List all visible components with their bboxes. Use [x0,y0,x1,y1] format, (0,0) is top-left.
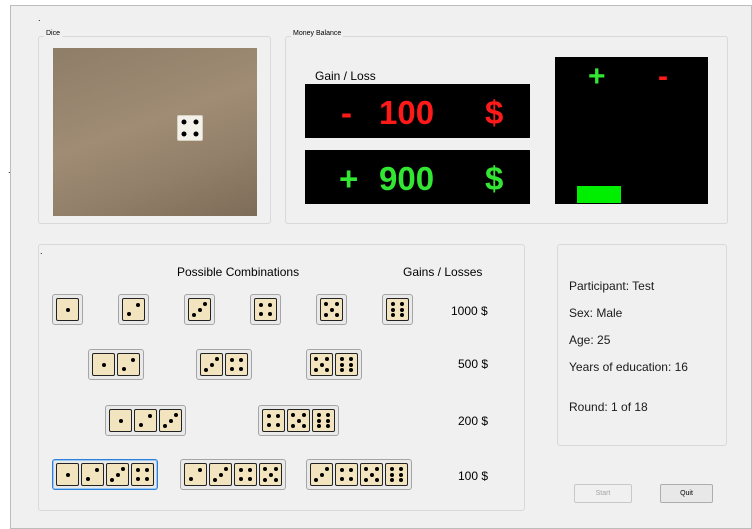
die-face-3-icon [200,353,223,376]
die-face-5-icon [360,463,383,486]
die-face-1-icon [56,463,79,486]
combination-row2-group2[interactable] [196,349,252,380]
gain-amount: 900 [379,160,435,197]
die-face-6-icon [335,353,358,376]
gain-sign: + [339,160,359,197]
combination-row3-group1[interactable] [105,405,186,436]
die-face-3-icon [188,298,211,321]
die-face-4-icon [225,353,248,376]
die-face-6-icon [385,463,408,486]
loss-sign: - [341,94,352,131]
amount-row-1: 1000 $ [451,304,488,318]
die-face-5-icon [310,353,333,376]
loss-amount: 100 [379,94,435,131]
combination-row4-group3[interactable] [306,459,412,490]
die-face-1-icon [56,298,79,321]
participant-name: Participant: Test [569,279,655,293]
combination-row1-group4[interactable] [250,294,281,325]
combination-row1-group5[interactable] [316,294,347,325]
die-face-4-icon [254,298,277,321]
combination-row2-group3[interactable] [306,349,362,380]
die-face-4-icon [335,463,358,486]
die-face-2-icon [117,353,140,376]
quit-button[interactable]: Quit [660,484,713,503]
combination-row4-group2[interactable] [180,459,286,490]
combo-mark: . [40,246,43,256]
combination-row1-group2[interactable] [118,294,149,325]
participant-sex: Sex: Male [569,306,623,320]
die-face-4-icon [262,409,285,432]
meter-minus-icon: - [658,60,668,93]
combination-row3-group2[interactable] [258,405,339,436]
money-balance-title: Money Balance [291,29,344,39]
round-counter: Round: 1 of 18 [569,400,648,414]
corner-mark: . [38,13,41,23]
combination-row1-group6[interactable] [382,294,413,325]
die-face-2-icon [184,463,207,486]
die-face-3-icon [159,409,182,432]
participant-education: Years of education: 16 [569,360,688,374]
die-face-2-icon [81,463,104,486]
loss-currency: $ [485,94,504,131]
meter-plus-icon: + [588,60,606,93]
amount-row-2: 500 $ [458,357,489,371]
die-face-3-icon [209,463,232,486]
die-face-3-icon [310,463,333,486]
start-button[interactable]: Start [574,484,632,503]
die-face-1-icon [92,353,115,376]
die-face-6-icon [312,409,335,432]
die-face-4-icon [234,463,257,486]
die-face-5-icon [259,463,282,486]
edge-mark: . [8,165,11,175]
possible-combinations-header: Possible Combinations [177,265,300,279]
die-face-2-icon [122,298,145,321]
die-face-3-icon [106,463,129,486]
combination-row1-group1[interactable] [52,294,83,325]
amount-row-3: 200 $ [458,414,489,428]
dice-photo [53,48,257,216]
combination-row4-group1[interactable] [52,459,158,490]
gain-panel: + 900 $ [305,150,530,204]
die-face-2-icon [134,409,157,432]
gains-losses-header: Gains / Losses [403,265,483,279]
combination-row1-group3[interactable] [184,294,215,325]
die-face-5-icon [320,298,343,321]
loss-panel: - 100 $ [305,84,530,138]
gain-currency: $ [485,160,504,197]
meter-bar [577,186,621,203]
dice-group-title: Dice [44,29,63,39]
rolled-die [177,115,203,141]
die-face-4-icon [131,463,154,486]
gain-loss-label: Gain / Loss [315,69,376,83]
balance-meter: + - [555,57,708,204]
participant-age: Age: 25 [569,333,611,347]
amount-row-4: 100 $ [458,469,489,483]
combination-row2-group1[interactable] [88,349,144,380]
die-face-5-icon [287,409,310,432]
die-face-6-icon [386,298,409,321]
die-face-1-icon [109,409,132,432]
